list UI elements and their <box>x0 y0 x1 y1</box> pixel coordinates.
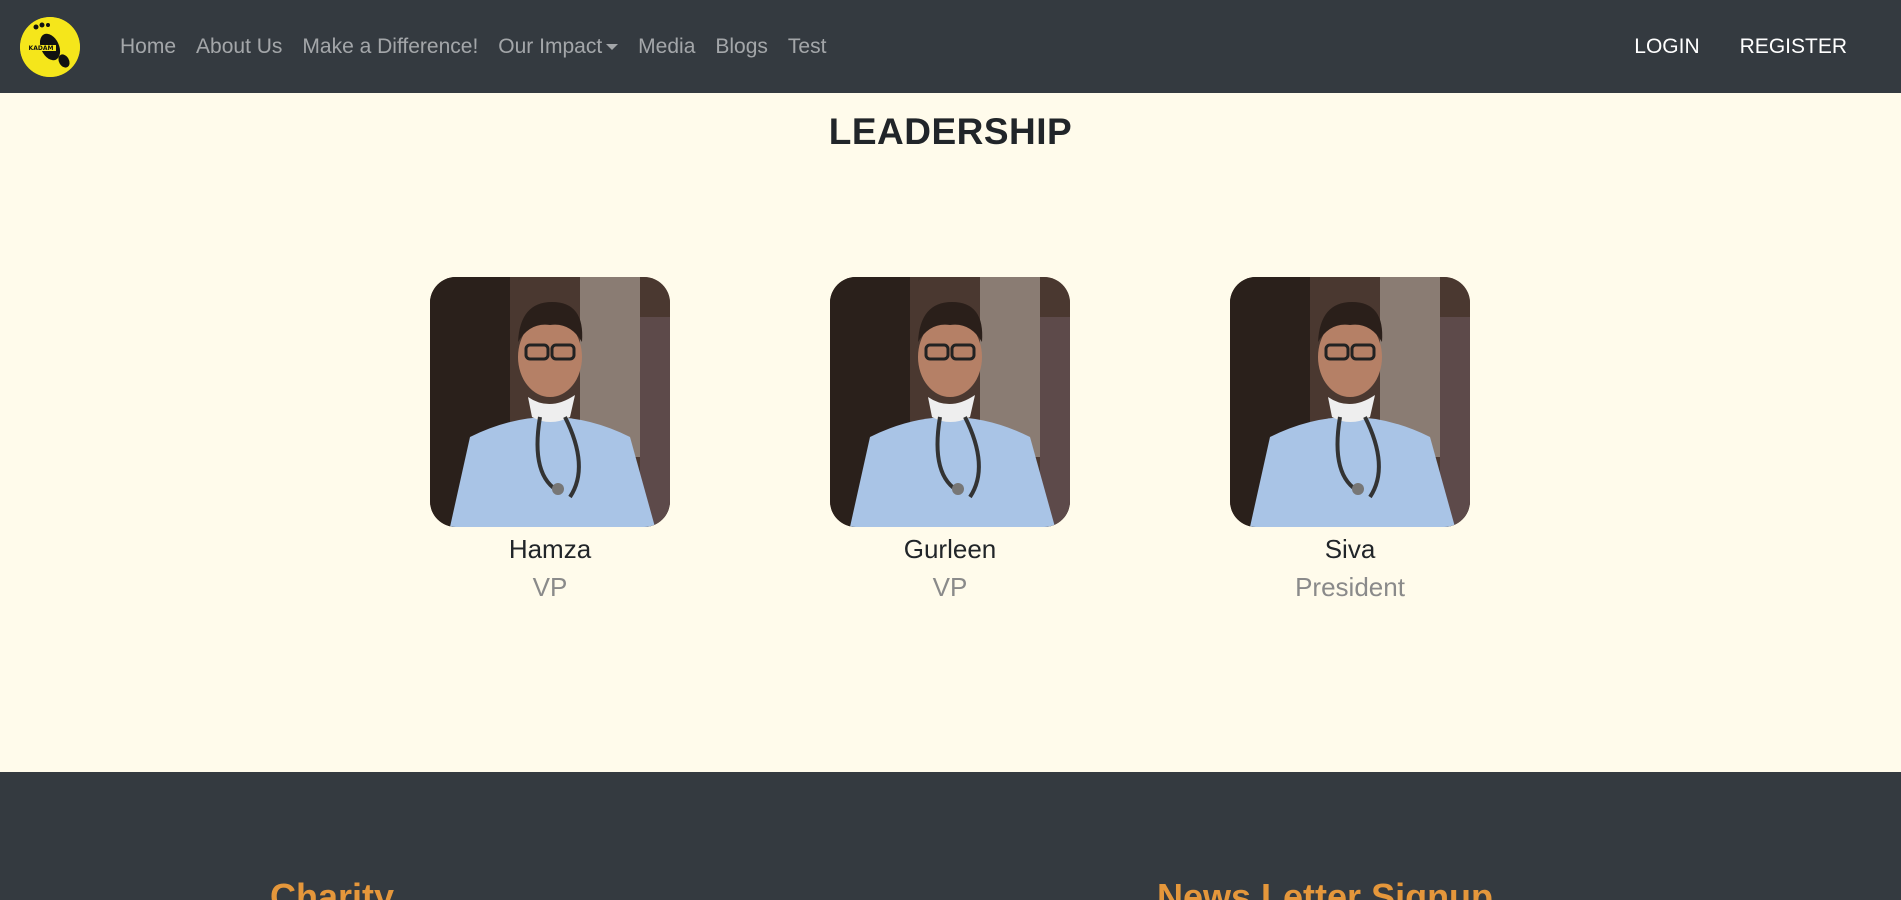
member-name: Gurleen <box>903 534 997 564</box>
charity-heading: Charity <box>270 876 395 900</box>
nav-our-impact-label: Our Impact <box>498 34 603 58</box>
member-name: Hamza <box>508 534 592 564</box>
member-photo <box>830 277 1070 527</box>
site-footer: Charity News Letter Signup <box>0 772 1901 900</box>
member-photo <box>1230 277 1470 527</box>
member-card: Siva President <box>1230 277 1470 607</box>
top-navbar: KADAM Home About Us Make a Difference! O… <box>0 0 1901 93</box>
nav-test-link[interactable]: Test <box>778 35 837 59</box>
member-role: President <box>1295 572 1405 602</box>
nav-our-impact-dropdown[interactable]: Our Impact <box>488 35 628 59</box>
nav-home-link[interactable]: Home <box>110 35 186 59</box>
logo-brand-text: KADAM <box>29 45 54 52</box>
caret-down-icon <box>606 43 619 50</box>
section-title: LEADERSHIP <box>828 111 1073 152</box>
footprint-logo-icon[interactable]: KADAM <box>20 17 80 77</box>
member-role: VP <box>532 572 568 602</box>
auth-links: LOGIN REGISTER <box>1614 0 1867 93</box>
nav-about-link[interactable]: About Us <box>186 35 292 59</box>
member-card: Gurleen VP <box>830 277 1070 607</box>
nav-media-link[interactable]: Media <box>628 35 705 59</box>
nav-blogs-link[interactable]: Blogs <box>705 35 778 59</box>
member-name: Siva <box>1324 534 1376 564</box>
leadership-section: LEADERSHIP Hamza VP Gurleen VP Siva Pres… <box>0 93 1901 772</box>
register-link[interactable]: REGISTER <box>1720 35 1867 59</box>
member-role: VP <box>932 572 968 602</box>
login-link[interactable]: LOGIN <box>1614 35 1719 59</box>
nav-make-difference-link[interactable]: Make a Difference! <box>292 35 488 59</box>
member-photo <box>430 277 670 527</box>
newsletter-heading: News Letter Signup <box>1157 876 1494 900</box>
nav-links: Home About Us Make a Difference! Our Imp… <box>110 0 836 93</box>
member-card: Hamza VP <box>430 277 670 607</box>
